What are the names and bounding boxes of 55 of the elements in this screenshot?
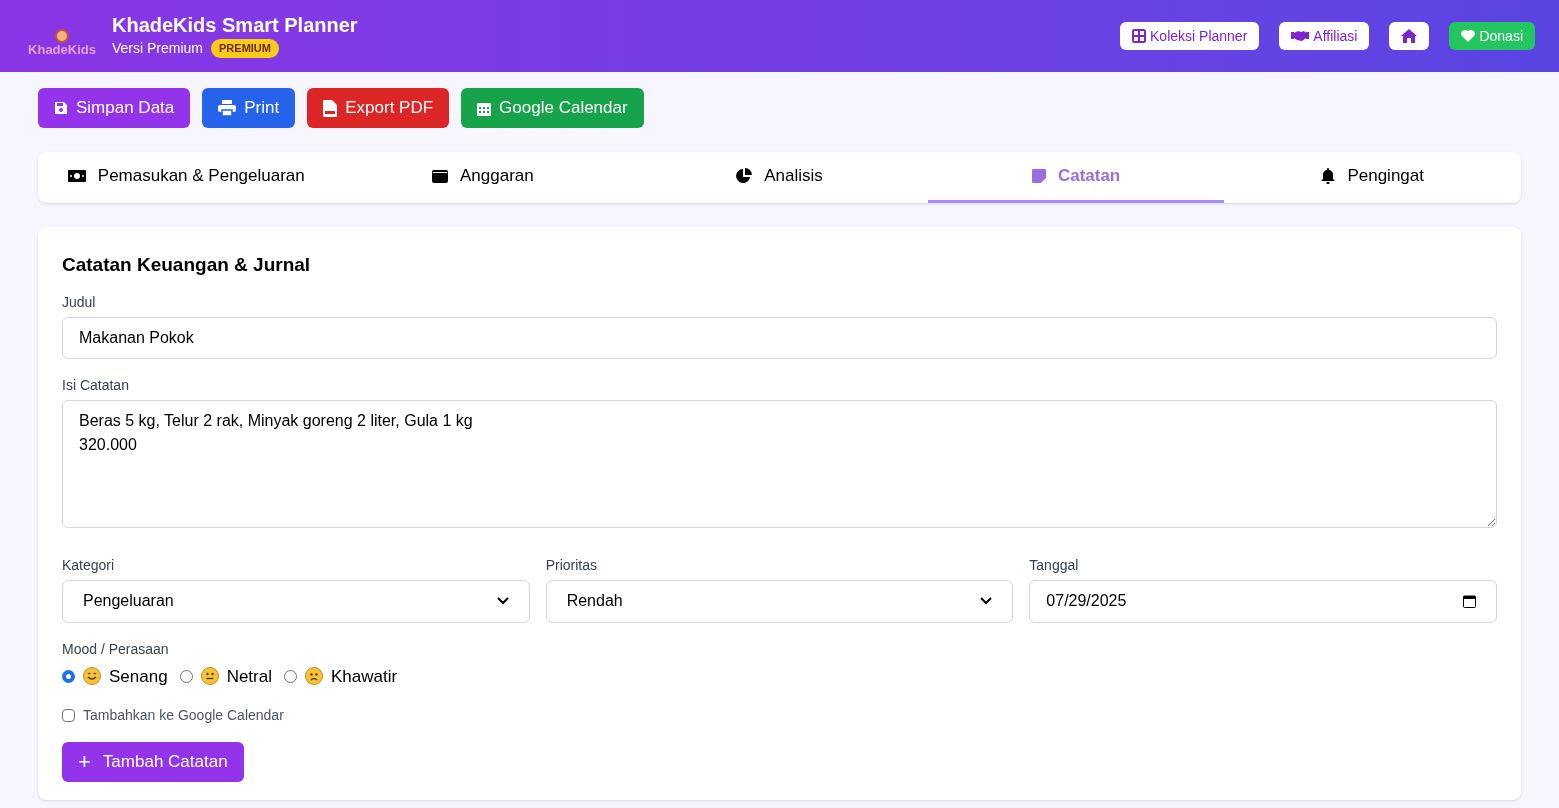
printer-icon <box>218 100 237 116</box>
save-icon <box>54 101 68 115</box>
tab[interactable]: Pemasukan & Pengeluaran <box>38 152 335 203</box>
field-label: Tanggal <box>1029 555 1080 575</box>
title-field[interactable]: Makanan Pokok <box>62 316 1497 359</box>
field-label: Kategori <box>62 555 116 575</box>
wallet-icon <box>432 169 448 183</box>
pie-chart-icon <box>736 168 753 184</box>
calendar-icon <box>477 100 492 116</box>
radio-label: Netral <box>226 665 272 688</box>
home-icon <box>1401 29 1418 43</box>
field-label: Isi Catatan <box>62 375 130 395</box>
chevron-down-icon <box>496 597 509 605</box>
app-subtitle: Versi Premium <box>112 39 204 58</box>
dropdown[interactable]: Pengeluaran <box>62 579 530 623</box>
action-button[interactable]: Simpan Data <box>38 88 191 128</box>
neutral-face-icon <box>200 667 219 686</box>
home-button[interactable] <box>1389 22 1430 50</box>
heart-icon <box>1461 30 1476 42</box>
action-button[interactable]: Print <box>202 88 296 128</box>
tab[interactable]: Pengingat <box>1224 152 1521 203</box>
radio-label: Senang <box>109 665 168 688</box>
money-icon <box>67 170 86 182</box>
radio-button[interactable] <box>62 669 75 683</box>
worried-face-icon <box>305 667 323 686</box>
checkbox[interactable] <box>62 709 75 722</box>
note-icon <box>1031 169 1046 183</box>
card-title: Catatan Keuangan & Jurnal <box>62 253 312 277</box>
handshake-icon <box>1291 30 1310 42</box>
field-label: Mood / Perasaan <box>62 639 170 659</box>
date-field[interactable]: 07/29/2025 <box>1029 579 1497 623</box>
pdf-file-icon <box>323 99 338 117</box>
calendar-icon <box>1463 594 1476 608</box>
app-title: KhadeKids Smart Planner <box>112 13 358 38</box>
nav-link[interactable]: Affiliasi <box>1279 22 1370 50</box>
grid-icon <box>1132 29 1147 43</box>
checkbox-label: Tambahkan ke Google Calendar <box>83 706 284 725</box>
radio-button[interactable] <box>284 669 297 683</box>
radio-button[interactable] <box>179 669 193 683</box>
tab[interactable]: Catatan <box>927 152 1225 203</box>
field-label: Prioritas <box>545 555 598 575</box>
smiling-face-icon <box>83 667 101 686</box>
dropdown[interactable]: Rendah <box>545 579 1014 623</box>
tab[interactable]: Analisis <box>631 152 928 203</box>
note-textarea[interactable]: Beras 5 kg, Telur 2 rak, Minyak goreng 2 liter, Gula 1 kg 320.000 <box>62 399 1497 528</box>
nav-link[interactable]: Koleksi Planner <box>1120 22 1260 50</box>
add-note-button[interactable]: + Tambah Catatan <box>62 742 244 782</box>
bell-icon <box>1321 168 1336 184</box>
tab[interactable]: Anggaran <box>334 152 632 203</box>
field-label: Judul <box>62 292 97 312</box>
radio-label: Khawatir <box>331 665 398 688</box>
logo-drawing: KhadeKids <box>24 16 100 56</box>
chevron-down-icon <box>980 597 993 605</box>
premium-badge: PREMIUM <box>211 39 279 58</box>
action-button[interactable]: Export PDF <box>307 88 450 128</box>
